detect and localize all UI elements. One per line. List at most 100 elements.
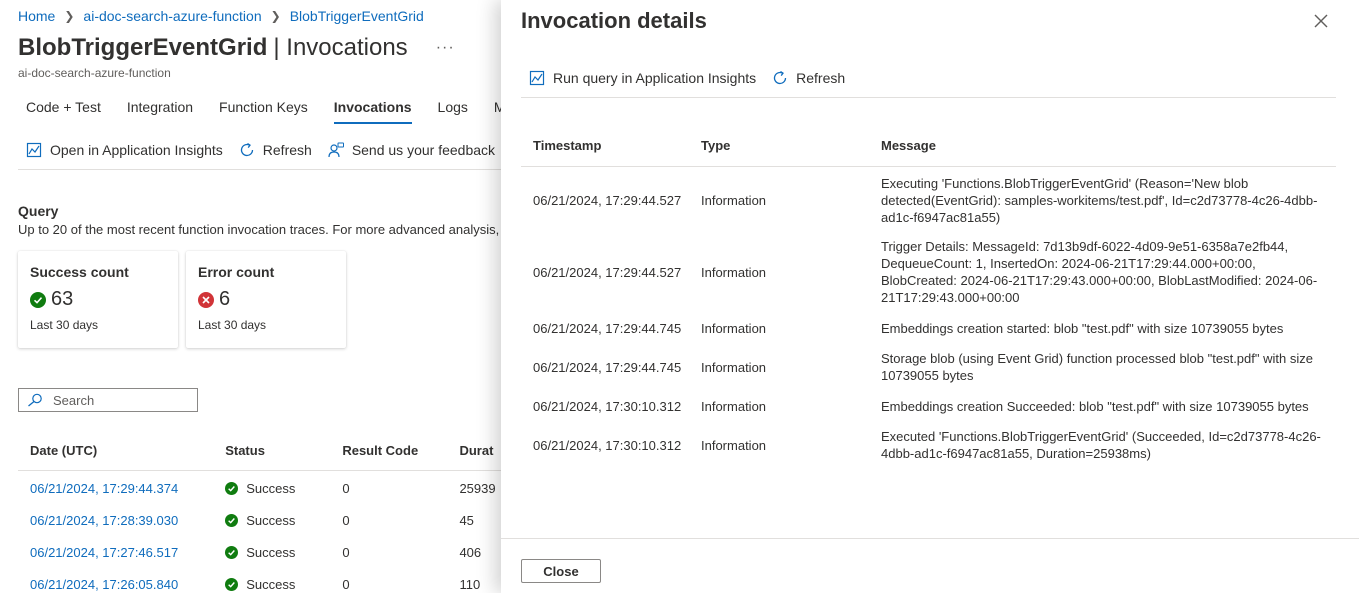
error-count-title: Error count <box>198 264 275 280</box>
refresh-label: Refresh <box>262 142 312 158</box>
run-query-button[interactable]: Run query in Application Insights <box>529 70 756 86</box>
query-description: Up to 20 of the most recent function inv… <box>18 222 508 237</box>
success-count-value: 63 <box>51 288 74 310</box>
tab-logs[interactable]: Logs <box>438 99 468 124</box>
log-timestamp: 06/21/2024, 17:30:10.312 <box>533 398 682 414</box>
breadcrumb-home[interactable]: Home <box>18 8 55 24</box>
header-status[interactable]: Status <box>225 443 342 458</box>
log-row: 06/21/2024, 17:29:44.527 Information Tri… <box>521 233 1336 311</box>
log-row: 06/21/2024, 17:30:10.312 Information Emb… <box>521 389 1336 423</box>
toolbar: Open in Application Insights Refresh Sen… <box>26 142 511 158</box>
success-check-icon <box>225 481 239 495</box>
error-count-period: Last 30 days <box>198 318 267 332</box>
close-icon[interactable] <box>1313 13 1329 29</box>
log-type: Information <box>701 320 767 336</box>
tab-integration[interactable]: Integration <box>127 99 193 124</box>
log-type: Information <box>701 437 767 453</box>
log-timestamp: 06/21/2024, 17:29:44.527 <box>533 264 682 280</box>
toolbar-divider <box>18 169 518 170</box>
header-result-code[interactable]: Result Code <box>342 443 459 458</box>
breadcrumb: Home ❯ ai-doc-search-azure-function ❯ Bl… <box>18 8 424 24</box>
tab-bar: Code + Test Integration Function Keys In… <box>26 99 539 124</box>
invocations-table: Date (UTC) Status Result Code Durat 06/2… <box>18 430 518 593</box>
refresh-icon <box>240 142 253 157</box>
panel-toolbar: Run query in Application Insights Refres… <box>529 70 861 86</box>
table-row: 06/21/2024, 17:26:05.840 Success 0 110 <box>18 568 518 593</box>
status-cell: Success <box>225 577 342 592</box>
panel-title: Invocation details <box>521 8 707 33</box>
panel-footer-divider <box>501 538 1359 539</box>
log-timestamp: 06/21/2024, 17:30:10.312 <box>533 437 682 453</box>
log-table-header: Timestamp Type Message <box>521 125 1336 167</box>
log-message: Executing 'Functions.BlobTriggerEventGri… <box>881 175 1318 225</box>
invocation-date-link[interactable]: 06/21/2024, 17:26:05.840 <box>18 577 225 592</box>
status-text: Success <box>246 512 296 528</box>
header-message: Message <box>881 138 936 153</box>
status-cell: Success <box>225 513 342 528</box>
success-check-icon <box>225 577 239 591</box>
more-options-icon[interactable]: ··· <box>436 39 455 57</box>
feedback-button[interactable]: Send us your feedback <box>328 142 495 158</box>
chart-icon <box>529 70 545 86</box>
log-row: 06/21/2024, 17:29:44.745 Information Emb… <box>521 311 1336 345</box>
panel-refresh-label: Refresh <box>796 70 846 86</box>
status-text: Success <box>246 544 296 560</box>
page-title-function: BlobTriggerEventGrid <box>18 34 268 61</box>
log-type: Information <box>701 192 767 208</box>
result-code: 0 <box>342 544 350 560</box>
refresh-icon <box>773 70 787 85</box>
log-message: Embeddings creation Succeeded: blob "tes… <box>881 398 1309 414</box>
invocation-date-link[interactable]: 06/21/2024, 17:29:44.374 <box>18 481 225 496</box>
log-timestamp: 06/21/2024, 17:29:44.745 <box>533 359 682 375</box>
log-message: Trigger Details: MessageId: 7d13b9df-602… <box>881 239 1318 305</box>
feedback-person-icon <box>328 142 344 158</box>
log-message: Executed 'Functions.BlobTriggerEventGrid… <box>881 429 1321 461</box>
header-date[interactable]: Date (UTC) <box>18 443 225 458</box>
log-row: 06/21/2024, 17:29:44.745 Information Sto… <box>521 345 1336 389</box>
result-code: 0 <box>342 512 350 528</box>
tab-code-test[interactable]: Code + Test <box>26 99 101 124</box>
page-subtitle: ai-doc-search-azure-function <box>18 66 171 80</box>
chevron-right-icon: ❯ <box>64 9 75 23</box>
success-count-value-row: 63 <box>30 288 166 311</box>
result-code: 0 <box>342 480 350 496</box>
close-button[interactable]: Close <box>521 559 601 583</box>
status-text: Success <box>246 576 296 592</box>
table-row: 06/21/2024, 17:27:46.517 Success 0 406 <box>18 536 518 568</box>
tab-invocations[interactable]: Invocations <box>333 99 412 124</box>
log-table: Timestamp Type Message 06/21/2024, 17:29… <box>521 125 1336 467</box>
success-count-card: Success count 63 Last 30 days <box>18 251 178 348</box>
success-count-title: Success count <box>30 264 129 280</box>
log-message: Storage blob (using Event Grid) function… <box>881 351 1313 383</box>
panel-refresh-button[interactable]: Refresh <box>772 70 845 86</box>
invocation-date-link[interactable]: 06/21/2024, 17:27:46.517 <box>18 545 225 560</box>
page-title: BlobTriggerEventGrid | Invocations ··· <box>18 34 455 62</box>
search-input[interactable] <box>53 392 183 408</box>
log-type: Information <box>701 264 767 280</box>
status-text: Success <box>246 480 296 496</box>
error-count-value-row: 6 <box>198 288 334 311</box>
status-cell: Success <box>225 481 342 496</box>
result-code: 0 <box>342 576 350 592</box>
error-count-value: 6 <box>219 288 231 310</box>
invocation-details-panel: Invocation details Run query in Applicat… <box>501 0 1359 593</box>
log-row: 06/21/2024, 17:30:10.312 Information Exe… <box>521 423 1336 467</box>
success-check-icon <box>225 545 239 559</box>
status-cell: Success <box>225 545 342 560</box>
log-type: Information <box>701 359 767 375</box>
success-check-icon <box>30 291 46 308</box>
page-title-section: | Invocations <box>273 34 408 61</box>
search-box <box>18 388 198 412</box>
refresh-button[interactable]: Refresh <box>239 142 312 158</box>
breadcrumb-function[interactable]: BlobTriggerEventGrid <box>290 8 424 24</box>
chart-icon <box>26 142 42 158</box>
log-message: Embeddings creation started: blob "test.… <box>881 320 1284 336</box>
table-row: 06/21/2024, 17:29:44.374 Success 0 25939 <box>18 472 518 504</box>
invocation-date-link[interactable]: 06/21/2024, 17:28:39.030 <box>18 513 225 528</box>
tab-function-keys[interactable]: Function Keys <box>219 99 308 124</box>
panel-toolbar-divider <box>521 97 1336 98</box>
breadcrumb-function-app[interactable]: ai-doc-search-azure-function <box>83 8 261 24</box>
open-insights-button[interactable]: Open in Application Insights <box>26 142 223 158</box>
success-check-icon <box>225 513 239 527</box>
search-icon <box>28 393 42 407</box>
